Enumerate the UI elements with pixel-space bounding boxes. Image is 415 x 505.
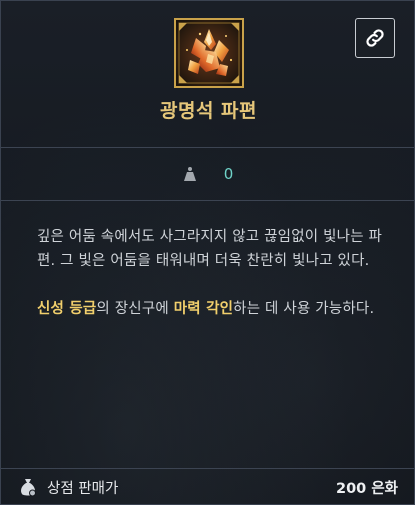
highlight-grade: 신성 등급 [37, 301, 97, 317]
money-bag-icon [21, 479, 36, 497]
sell-price-row: 상점 판매가 200 은화 [1, 469, 414, 505]
description-paragraph: 깊은 어둠 속에서도 사그라지지 않고 끊임없이 빛나는 파편. 그 빛은 어둠… [37, 229, 383, 269]
weight-stat: 0 [1, 148, 414, 200]
item-description: 깊은 어둠 속에서도 사그라지지 않고 끊임없이 빛나는 파편. 그 빛은 어둠… [37, 225, 387, 321]
weight-value: 0 [223, 165, 234, 183]
copy-link-button[interactable] [355, 18, 395, 58]
usage-text: 하는 데 사용 가능하다. [233, 301, 375, 317]
usage-text: 의 장신구에 [96, 301, 174, 317]
weight-icon [183, 167, 196, 181]
link-icon [366, 29, 384, 47]
highlight-engrave: 마력 각인 [173, 301, 234, 317]
radiant-crystal-shard-icon [174, 18, 244, 88]
usage-paragraph: 신성 등급의 장신구에 마력 각인하는 데 사용 가능하다. [37, 297, 387, 321]
divider [1, 200, 414, 201]
item-name: 광명석 파편 [159, 100, 257, 122]
vendor-label: 상점 판매가 [47, 480, 119, 497]
sell-price: 200 은화 [336, 480, 398, 497]
item-tooltip: 광명석 파편 0 깊은 어둠 속에서도 사그라지지 않고 끊임없이 빛나는 파편… [0, 0, 415, 505]
